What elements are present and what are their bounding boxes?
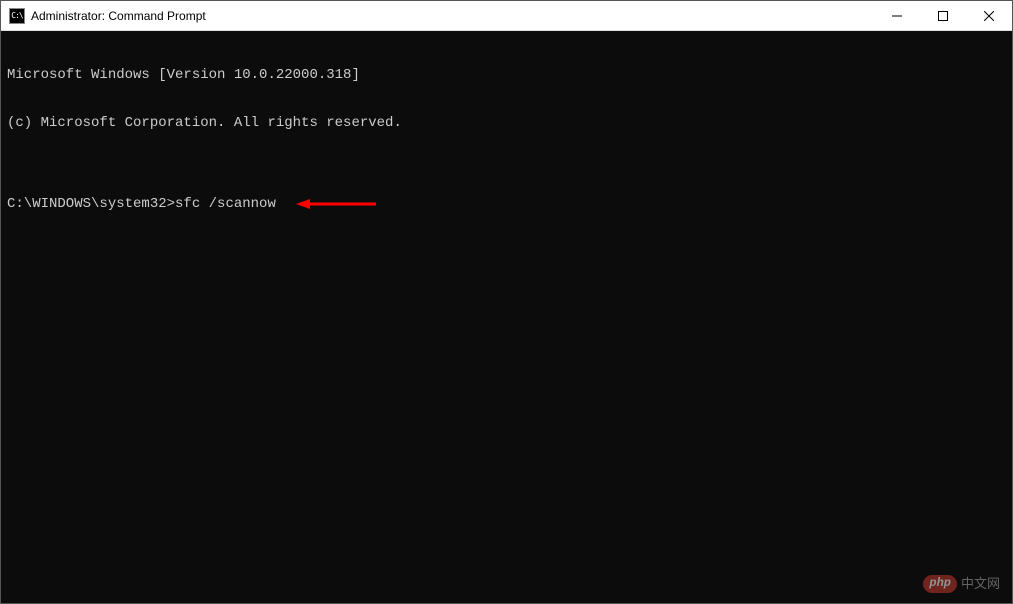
minimize-button[interactable] (874, 1, 920, 30)
terminal-output-line: Microsoft Windows [Version 10.0.22000.31… (7, 67, 1006, 83)
terminal-output-line: (c) Microsoft Corporation. All rights re… (7, 115, 1006, 131)
annotation-arrow-icon (296, 197, 376, 211)
watermark: php 中文网 (923, 575, 1000, 593)
window-controls (874, 1, 1012, 30)
watermark-badge: php (923, 575, 957, 593)
maximize-button[interactable] (920, 1, 966, 30)
titlebar-left: C:\ Administrator: Command Prompt (9, 8, 206, 24)
maximize-icon (938, 11, 948, 21)
window-title: Administrator: Command Prompt (31, 9, 206, 23)
titlebar[interactable]: C:\ Administrator: Command Prompt (1, 1, 1012, 31)
close-button[interactable] (966, 1, 1012, 30)
watermark-text: 中文网 (961, 577, 1000, 592)
terminal-prompt-line: C:\WINDOWS\system32>sfc /scannow (7, 196, 1006, 212)
terminal-area[interactable]: Microsoft Windows [Version 10.0.22000.31… (1, 31, 1012, 603)
terminal-command: sfc /scannow (175, 196, 276, 212)
minimize-icon (892, 11, 902, 21)
cmd-icon: C:\ (9, 8, 25, 24)
command-prompt-window: C:\ Administrator: Command Prompt Micros… (0, 0, 1013, 604)
terminal-prompt: C:\WINDOWS\system32> (7, 196, 175, 212)
close-icon (984, 11, 994, 21)
